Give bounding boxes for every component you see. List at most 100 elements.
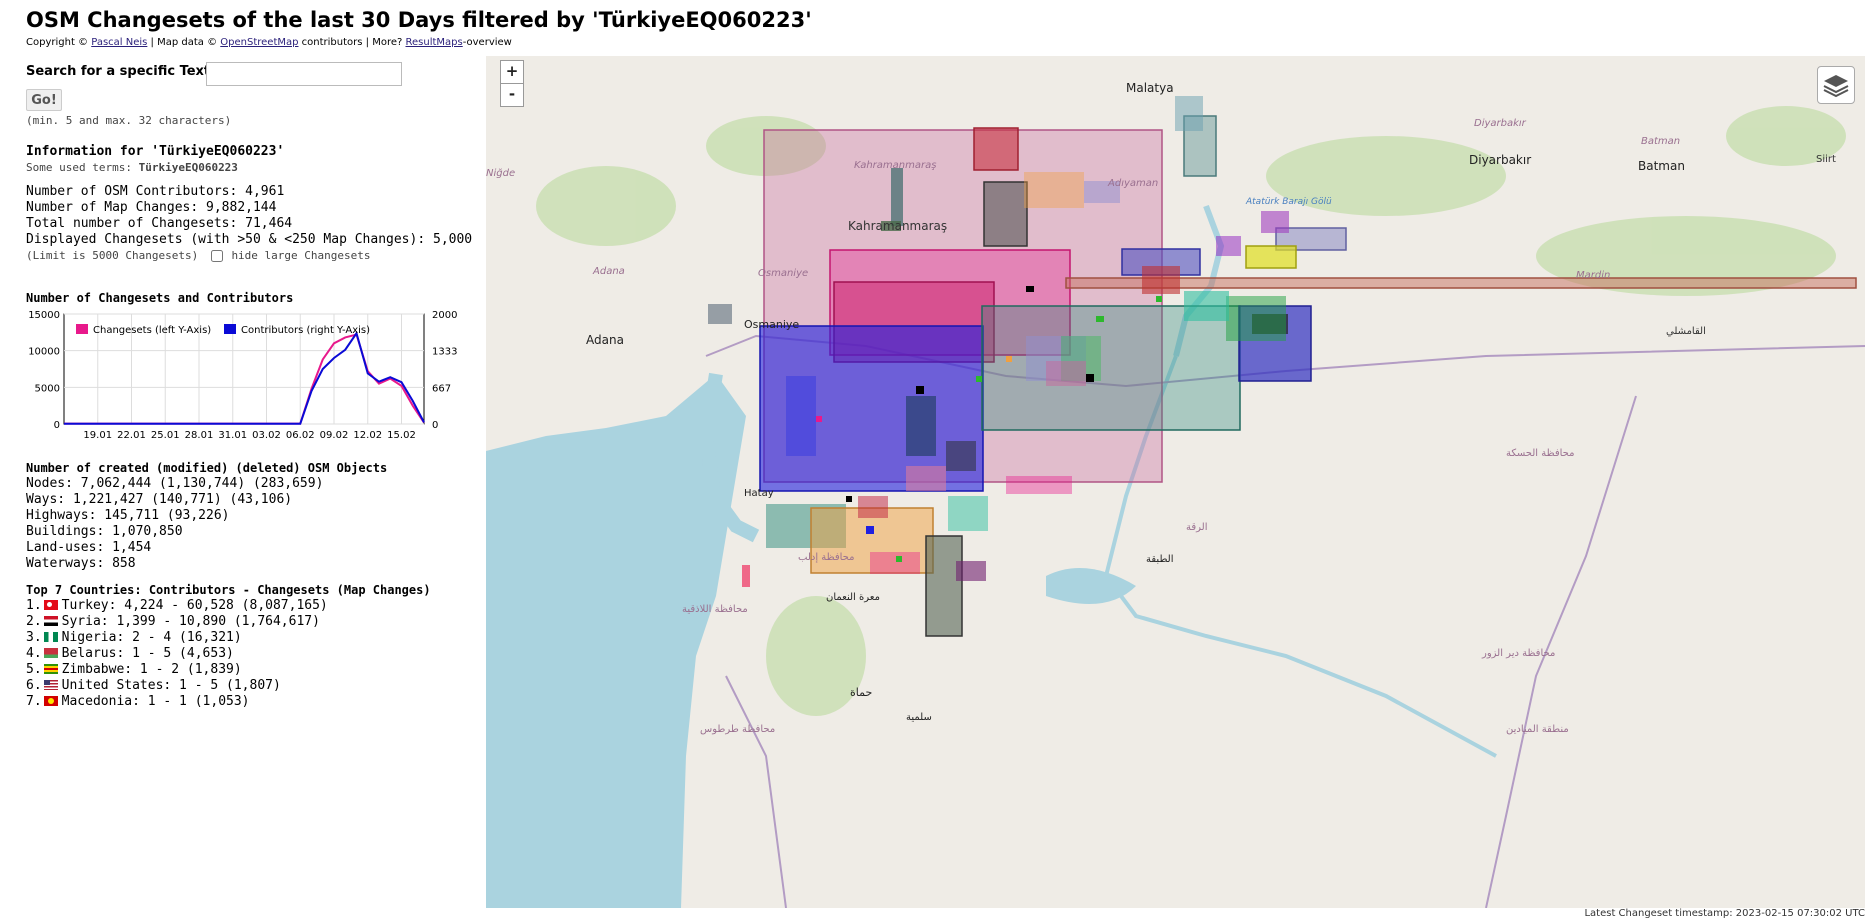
chart-x-tick-label: 19.01 bbox=[83, 430, 112, 441]
copyright-prefix: Copyright © bbox=[26, 37, 89, 48]
label-batman-region: Batman bbox=[1641, 136, 1680, 147]
label-mayadin: منطقة الميادين bbox=[1506, 724, 1569, 735]
chart-y-right-tick-label: 1333 bbox=[432, 347, 457, 358]
osm-link[interactable]: OpenStreetMap bbox=[220, 37, 298, 48]
layers-button[interactable] bbox=[1817, 66, 1855, 104]
objects-block: Number of created (modified) (deleted) O… bbox=[26, 460, 387, 572]
flag-macedonia-icon bbox=[43, 695, 58, 706]
country-text: Syria: 1,399 - 10,890 (1,764,617) bbox=[61, 614, 320, 629]
label-raqqa: الرقة bbox=[1186, 522, 1207, 533]
hide-large-checkbox[interactable] bbox=[210, 250, 223, 262]
flag-belarus-icon bbox=[43, 647, 58, 658]
label-mardin: Mardin bbox=[1576, 270, 1610, 281]
flag-syria-icon bbox=[43, 615, 58, 626]
label-ataturk-dam: Atatürk Barajı Gölü bbox=[1245, 197, 1332, 207]
zoom-out-button[interactable]: - bbox=[500, 83, 524, 107]
search-label: Search for a specific Text: bbox=[26, 64, 216, 79]
page-title: OSM Changesets of the last 30 Days filte… bbox=[26, 8, 812, 32]
label-latakia: محافظة اللاذقية bbox=[682, 604, 748, 615]
country-item: 5. Zimbabwe: 1 - 2 (1,839) bbox=[26, 662, 431, 678]
label-adiyaman: Adıyaman bbox=[1107, 178, 1158, 189]
limit-row: (Limit is 5000 Changesets) hide large Ch… bbox=[26, 248, 472, 264]
label-idlib: محافظة إدلب bbox=[798, 552, 854, 563]
layers-icon bbox=[1823, 75, 1849, 98]
used-terms: Some used terms: TürkiyeEQ060223 bbox=[26, 160, 472, 176]
info-heading: Information for 'TürkiyeEQ060223' bbox=[26, 144, 285, 159]
label-hatay: Hatay bbox=[744, 488, 774, 499]
countries-block: Top 7 Countries: Contributors - Changese… bbox=[26, 582, 431, 710]
contributors-text: contributors | More? bbox=[301, 37, 403, 48]
info-block: Information for 'TürkiyeEQ060223' Some u… bbox=[26, 144, 472, 264]
chart-y-right-tick-label: 667 bbox=[432, 383, 451, 394]
chart-legend-swatch bbox=[76, 324, 88, 334]
flag-usa-icon bbox=[43, 679, 58, 690]
label-adana: Adana bbox=[586, 333, 624, 347]
country-item: 4. Belarus: 1 - 5 (4,653) bbox=[26, 646, 431, 662]
country-rank: 6. bbox=[26, 678, 42, 693]
country-item: 1. Turkey: 4,224 - 60,528 (8,087,165) bbox=[26, 598, 431, 614]
objects-highways: Highways: 145,711 (93,226) bbox=[26, 508, 230, 523]
chart-x-tick-label: 15.02 bbox=[387, 430, 416, 441]
label-batman: Batman bbox=[1638, 159, 1685, 173]
label-tartus: محافظة طرطوس bbox=[700, 724, 775, 735]
chart-x-tick-label: 28.01 bbox=[185, 430, 214, 441]
objects-ways: Ways: 1,221,427 (140,771) (43,106) bbox=[26, 492, 293, 507]
border-syria-lebanon bbox=[725, 675, 787, 908]
chart-y-right-tick-label: 2000 bbox=[432, 310, 457, 321]
label-nigde: Niğde bbox=[486, 168, 515, 179]
chart-legend-label: Contributors (right Y-Axis) bbox=[241, 325, 370, 336]
country-text: Belarus: 1 - 5 (4,653) bbox=[61, 646, 234, 661]
label-diyarbakir-region: Diyarbakır bbox=[1474, 118, 1527, 129]
country-item: 7. Macedonia: 1 - 1 (1,053) bbox=[26, 694, 431, 710]
map-canvas[interactable]: Malatya Kahramanmaraş Kahramanmaraş Adıy… bbox=[486, 56, 1865, 908]
label-osmaniye: Osmaniye bbox=[744, 318, 799, 331]
country-item: 3. Nigeria: 2 - 4 (16,321) bbox=[26, 630, 431, 646]
zoom-in-button[interactable]: + bbox=[500, 60, 524, 84]
chart-x-tick-label: 22.01 bbox=[117, 430, 146, 441]
flag-nigeria-icon bbox=[43, 631, 58, 642]
label-adana-region: Adana bbox=[592, 266, 625, 277]
objects-heading: Number of created (modified) (deleted) O… bbox=[26, 461, 388, 475]
country-text: United States: 1 - 5 (1,807) bbox=[61, 678, 281, 693]
chart-x-tick-label: 06.02 bbox=[286, 430, 315, 441]
author-link[interactable]: Pascal Neis bbox=[91, 37, 147, 48]
country-text: Zimbabwe: 1 - 2 (1,839) bbox=[61, 662, 242, 677]
used-terms-value: TürkiyeEQ060223 bbox=[138, 161, 238, 174]
label-tabqa: الطبقة bbox=[1146, 554, 1173, 565]
copyright-line: Copyright © Pascal Neis | Map data © Ope… bbox=[26, 37, 512, 48]
country-rank: 2. bbox=[26, 614, 42, 629]
overview-suffix: -overview bbox=[462, 37, 512, 48]
label-maarrat: معرة النعمان bbox=[826, 592, 880, 603]
stat-changesets: Total number of Changesets: 71,464 bbox=[26, 216, 293, 231]
country-list: 1. Turkey: 4,224 - 60,528 (8,087,165) 2. S… bbox=[26, 598, 431, 710]
chart-y-right-tick-label: 0 bbox=[432, 420, 438, 431]
map[interactable]: Malatya Kahramanmaraş Kahramanmaraş Adıy… bbox=[486, 56, 1865, 908]
label-diyarbakir: Diyarbakır bbox=[1469, 153, 1531, 167]
country-rank: 1. bbox=[26, 598, 42, 613]
chart-x-tick-label: 12.02 bbox=[353, 430, 382, 441]
search-input[interactable] bbox=[206, 62, 402, 86]
chart-y-left-tick-label: 5000 bbox=[35, 383, 60, 394]
stat-map-changes: Number of Map Changes: 9,882,144 bbox=[26, 200, 277, 215]
objects-waterways: Waterways: 858 bbox=[26, 556, 136, 571]
objects-buildings: Buildings: 1,070,850 bbox=[26, 524, 183, 539]
country-item: 6. United States: 1 - 5 (1,807) bbox=[26, 678, 431, 694]
search-hint: (min. 5 and max. 32 characters) bbox=[26, 114, 232, 127]
resultmaps-link[interactable]: ResultMaps bbox=[406, 37, 463, 48]
stat-contributors: Number of OSM Contributors: 4,961 bbox=[26, 184, 285, 199]
chart-y-left-tick-label: 10000 bbox=[28, 347, 60, 358]
go-button[interactable]: Go! bbox=[26, 89, 62, 111]
label-deir-ez-zor: محافظة دير الزور bbox=[1481, 648, 1555, 659]
country-rank: 5. bbox=[26, 662, 42, 677]
used-terms-label: Some used terms: bbox=[26, 161, 132, 174]
label-osmaniye-region: Osmaniye bbox=[758, 268, 808, 279]
country-item: 2. Syria: 1,399 - 10,890 (1,764,617) bbox=[26, 614, 431, 630]
label-malatya: Malatya bbox=[1126, 81, 1174, 95]
objects-nodes: Nodes: 7,062,444 (1,130,744) (283,659) bbox=[26, 476, 324, 491]
objects-landuses: Land-uses: 1,454 bbox=[26, 540, 152, 555]
label-siirt: Siirt bbox=[1816, 154, 1836, 165]
changesets-chart: 19.01 22.01 25.01 28.01 31.01 03.02 06.02 09.02… bbox=[28, 310, 457, 441]
chart-y-left-tick-label: 15000 bbox=[28, 310, 60, 321]
country-text: Turkey: 4,224 - 60,528 (8,087,165) bbox=[61, 598, 328, 613]
country-text: Macedonia: 1 - 1 (1,053) bbox=[61, 694, 250, 709]
